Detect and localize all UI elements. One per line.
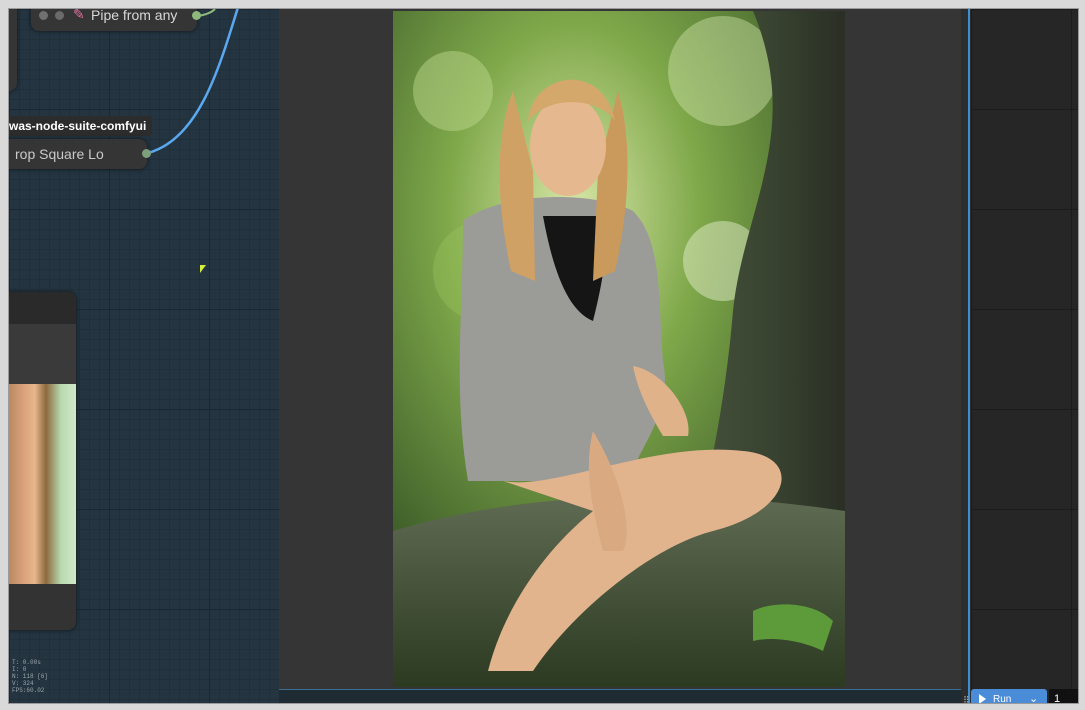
- mouse-cursor-icon: [200, 265, 206, 273]
- queue-count-value: 1: [1054, 693, 1061, 704]
- play-icon: [979, 694, 986, 703]
- paint-brush-icon: ✎: [73, 8, 85, 22]
- node-body: [9, 324, 76, 384]
- stat-nodes: N: 118 [6]: [12, 673, 49, 680]
- stat-i: I: 0: [12, 666, 27, 673]
- stat-v: V: 324: [12, 680, 34, 687]
- node-title: rop Square Lo: [15, 146, 104, 162]
- collapse-dot[interactable]: [39, 11, 48, 20]
- image-viewer[interactable]: [279, 9, 961, 689]
- bypass-dot[interactable]: [55, 11, 64, 20]
- node-title: Pipe from any: [91, 8, 178, 23]
- drag-handle-icon[interactable]: ⠿: [963, 695, 970, 703]
- divider-highlight: [968, 9, 970, 703]
- generated-image: [393, 11, 845, 687]
- run-label: Run: [993, 694, 1012, 704]
- run-button[interactable]: Run ⌄: [971, 689, 1047, 704]
- output-slot[interactable]: [142, 149, 151, 158]
- node-crop-square[interactable]: rop Square Lo: [9, 139, 151, 169]
- panel-divider[interactable]: [961, 9, 971, 703]
- app-window: ✎ Pipe from any was-node-suite-comfyui r…: [8, 8, 1079, 704]
- output-slot[interactable]: [192, 11, 201, 20]
- node-preview-image[interactable]: [9, 292, 76, 630]
- node-source-badge: was-node-suite-comfyui: [9, 116, 153, 136]
- queue-count[interactable]: 1: [1049, 689, 1078, 704]
- preview-thumbnail: [9, 384, 76, 584]
- photo-illustration: [393, 11, 845, 687]
- node-pipe-from-any[interactable]: ✎ Pipe from any: [31, 8, 201, 31]
- node-header: [9, 292, 76, 324]
- chevron-down-icon[interactable]: ⌄: [1029, 692, 1038, 703]
- node-graph-canvas[interactable]: ✎ Pipe from any was-node-suite-comfyui r…: [9, 9, 279, 703]
- stat-time: T: 0.00s: [12, 659, 41, 666]
- canvas-stats: T: 0.00s I: 0 N: 118 [6] V: 324 FPS:60.0…: [12, 659, 48, 694]
- node-partial[interactable]: [9, 9, 17, 91]
- status-bar: [279, 689, 961, 703]
- side-canvas[interactable]: [971, 9, 1078, 703]
- stat-fps: FPS:60.02: [12, 687, 45, 694]
